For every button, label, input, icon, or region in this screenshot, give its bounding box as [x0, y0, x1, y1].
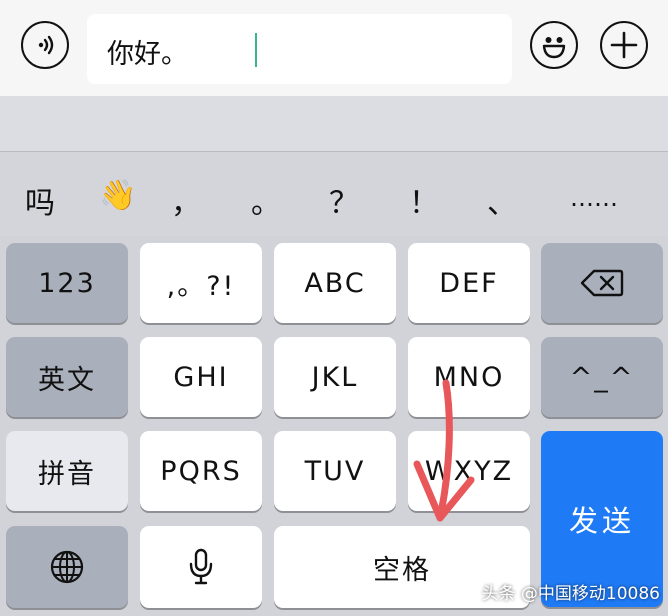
candidate-item[interactable]: ！ — [406, 178, 442, 222]
candidate-item[interactable]: ？ — [326, 178, 362, 222]
key-pqrs[interactable]: PQRS — [140, 431, 262, 511]
message-text: 你好。 — [107, 39, 188, 70]
candidate-item[interactable]: 👋 — [96, 178, 140, 213]
emoji-button[interactable] — [530, 21, 578, 69]
candidate-item[interactable]: 。 — [248, 178, 284, 222]
key-punctuation[interactable]: ,。?! — [140, 243, 262, 323]
key-pinyin[interactable]: 拼音 — [6, 431, 128, 511]
candidate-item[interactable]: 吗 — [20, 178, 60, 222]
plus-icon — [610, 31, 638, 59]
more-button[interactable] — [600, 21, 648, 69]
dictation-key[interactable] — [140, 526, 262, 608]
key-emoticon[interactable]: ^_^ — [541, 337, 663, 417]
text-caret — [255, 33, 257, 67]
key-english[interactable]: 英文 — [6, 337, 128, 417]
toolbar-spacer — [0, 96, 668, 152]
key-abc[interactable]: ABC — [274, 243, 396, 323]
backspace-key[interactable] — [541, 243, 663, 323]
smiley-icon — [542, 37, 566, 59]
watermark: 头条 @中国移动10086 — [481, 584, 660, 604]
backspace-icon — [580, 269, 624, 297]
candidate-item[interactable]: ， — [168, 178, 204, 222]
voice-input-button[interactable] — [21, 21, 69, 69]
candidate-item[interactable]: 、 — [484, 178, 520, 222]
voice-icon — [38, 35, 54, 55]
key-mno[interactable]: MNO — [408, 337, 530, 417]
candidate-item[interactable]: …… — [566, 184, 622, 212]
message-input[interactable]: 你好。 — [87, 14, 512, 84]
key-ghi[interactable]: GHI — [140, 337, 262, 417]
key-wxyz[interactable]: WXYZ — [408, 431, 530, 511]
key-123[interactable]: 123 — [6, 243, 128, 323]
candidate-bar: 吗 👋 ， 。 ？ ！ 、 …… — [0, 152, 668, 236]
key-jkl[interactable]: JKL — [274, 337, 396, 417]
input-bar: 你好。 — [0, 0, 668, 96]
globe-key[interactable] — [6, 526, 128, 608]
globe-icon — [50, 550, 84, 584]
key-tuv[interactable]: TUV — [274, 431, 396, 511]
microphone-icon — [189, 548, 213, 585]
key-def[interactable]: DEF — [408, 243, 530, 323]
